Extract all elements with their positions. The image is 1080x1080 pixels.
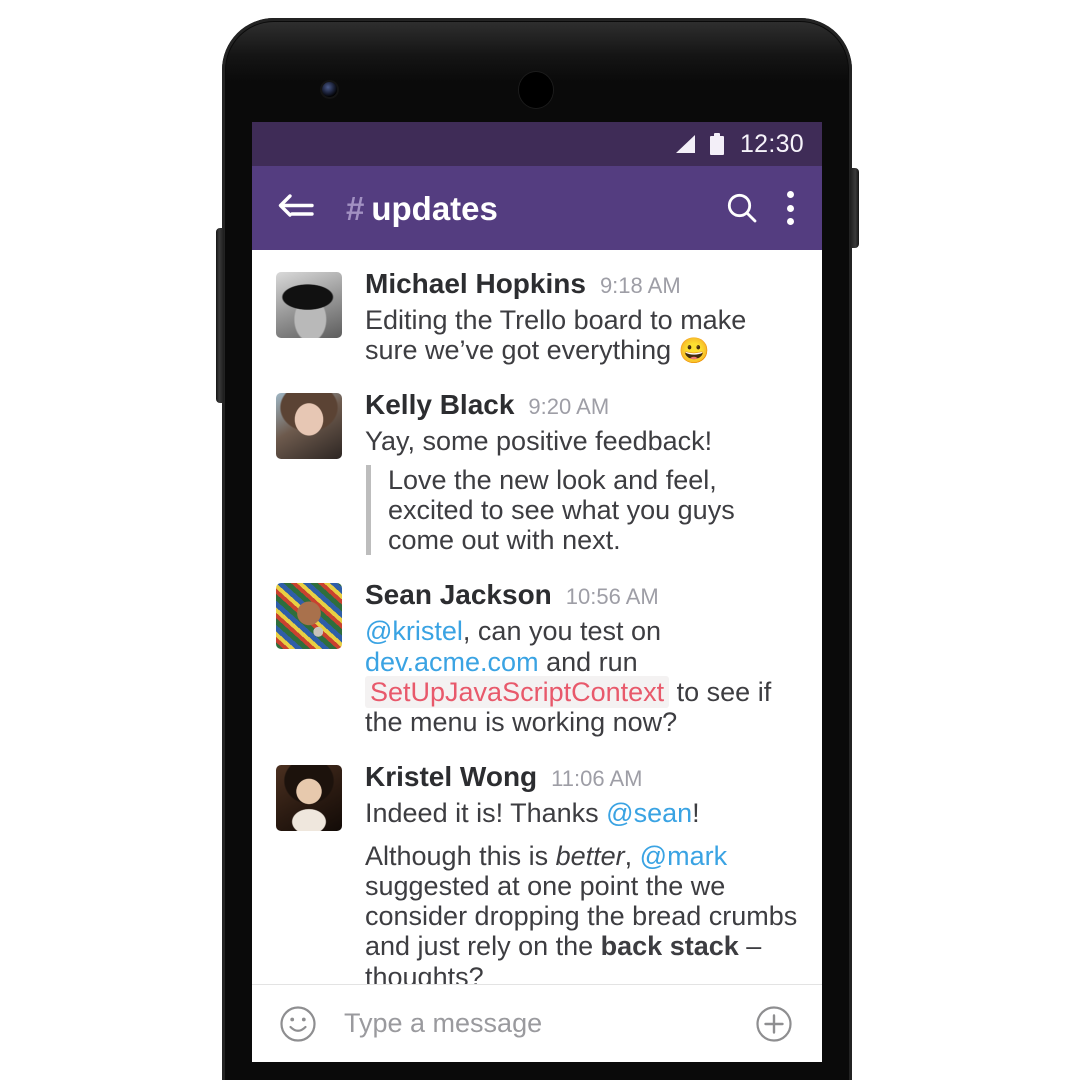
grinning-face-emoji-icon: 😀 xyxy=(678,337,710,366)
message-body: @kristel, can you test on dev.acme.com a… xyxy=(365,616,800,737)
blockquote-text: Love the new look and feel, excited to s… xyxy=(388,464,735,556)
message-author[interactable]: Kelly Black xyxy=(365,387,514,422)
avatar-kelly-black[interactable] xyxy=(276,393,342,460)
smiley-face-icon[interactable] xyxy=(278,1004,318,1044)
avatar-sean-jackson[interactable] xyxy=(276,583,342,650)
avatar-michael-hopkins[interactable] xyxy=(276,272,342,338)
message-author[interactable]: Michael Hopkins xyxy=(365,266,586,301)
message-timestamp: 10:56 AM xyxy=(565,584,659,610)
earpiece-speaker-icon xyxy=(519,72,553,108)
bold-text: back stack xyxy=(600,931,739,962)
emphasis-text: better xyxy=(555,840,625,871)
back-arrow-menu-icon[interactable] xyxy=(276,192,318,224)
search-button[interactable] xyxy=(720,186,764,230)
link-dev-acme-com[interactable]: dev.acme.com xyxy=(365,647,539,677)
message-text: , xyxy=(624,840,640,871)
app-bar: # updates xyxy=(252,166,822,250)
message-timestamp: 11:06 AM xyxy=(551,766,643,792)
message-text: Indeed it is! Thanks xyxy=(365,798,607,829)
power-button[interactable] xyxy=(850,168,859,248)
message-text: Although this is xyxy=(365,840,556,871)
channel-name-label: updates xyxy=(371,189,498,227)
avatar-kristel-wong[interactable] xyxy=(276,765,342,832)
more-vertical-icon[interactable] xyxy=(786,191,794,225)
phone-device-frame: 12:30 # updates Michael Hopkins 9:18 AM … xyxy=(216,18,859,1080)
battery-full-icon xyxy=(709,133,724,155)
screenshot-root: 12:30 # updates Michael Hopkins 9:18 AM … xyxy=(0,0,1080,1080)
message-header: Michael Hopkins 9:18 AM xyxy=(365,266,800,301)
message-author[interactable]: Sean Jackson xyxy=(365,577,552,612)
message-body-second: Although this is better, @mark suggested… xyxy=(365,841,800,984)
message-item[interactable]: Sean Jackson 10:56 AM @kristel, can you … xyxy=(252,577,822,737)
message-item[interactable]: Kelly Black 9:20 AM Yay, some positive f… xyxy=(252,387,822,556)
message-composer: Type a message xyxy=(252,984,822,1062)
inline-code-span: SetUpJavaScriptContext xyxy=(365,675,670,708)
message-timestamp: 9:18 AM xyxy=(599,273,681,298)
message-input[interactable]: Type a message xyxy=(344,1010,734,1037)
hash-icon: # xyxy=(346,189,365,227)
message-body: Indeed it is! Thanks @sean! xyxy=(365,798,800,828)
status-bar: 12:30 xyxy=(252,122,822,166)
message-text: , can you test on xyxy=(462,616,662,647)
search-icon xyxy=(727,193,757,223)
message-item[interactable]: Michael Hopkins 9:18 AM Editing the Trel… xyxy=(252,266,822,365)
front-camera-icon xyxy=(322,82,337,97)
user-mention-kristel[interactable]: @kristel xyxy=(365,616,463,646)
message-blockquote: Love the new look and feel, excited to s… xyxy=(366,464,800,556)
signal-bars-icon xyxy=(675,135,695,153)
message-header: Sean Jackson 10:56 AM xyxy=(365,577,800,612)
message-timestamp: 9:20 AM xyxy=(528,394,610,420)
message-body: Editing the Trello board to make sure we… xyxy=(365,305,800,365)
message-list[interactable]: Michael Hopkins 9:18 AM Editing the Trel… xyxy=(252,250,822,984)
status-bar-clock: 12:30 xyxy=(739,129,804,158)
message-header: Kelly Black 9:20 AM xyxy=(365,387,800,422)
message-header: Kristel Wong 11:06 AM xyxy=(365,759,800,794)
user-mention-mark[interactable]: @mark xyxy=(640,841,727,871)
plus-circle-icon[interactable] xyxy=(754,1004,794,1044)
channel-title[interactable]: # updates xyxy=(346,192,720,225)
volume-rocker-button[interactable] xyxy=(216,228,224,403)
message-body: Yay, some positive feedback! xyxy=(365,426,713,457)
message-item[interactable]: Kristel Wong 11:06 AM Indeed it is! Than… xyxy=(252,759,822,984)
message-text: and run xyxy=(538,646,638,677)
message-text: ! xyxy=(692,798,700,829)
user-mention-sean[interactable]: @sean xyxy=(606,798,692,828)
message-author[interactable]: Kristel Wong xyxy=(365,759,537,794)
phone-screen: 12:30 # updates Michael Hopkins 9:18 AM … xyxy=(252,122,822,1062)
